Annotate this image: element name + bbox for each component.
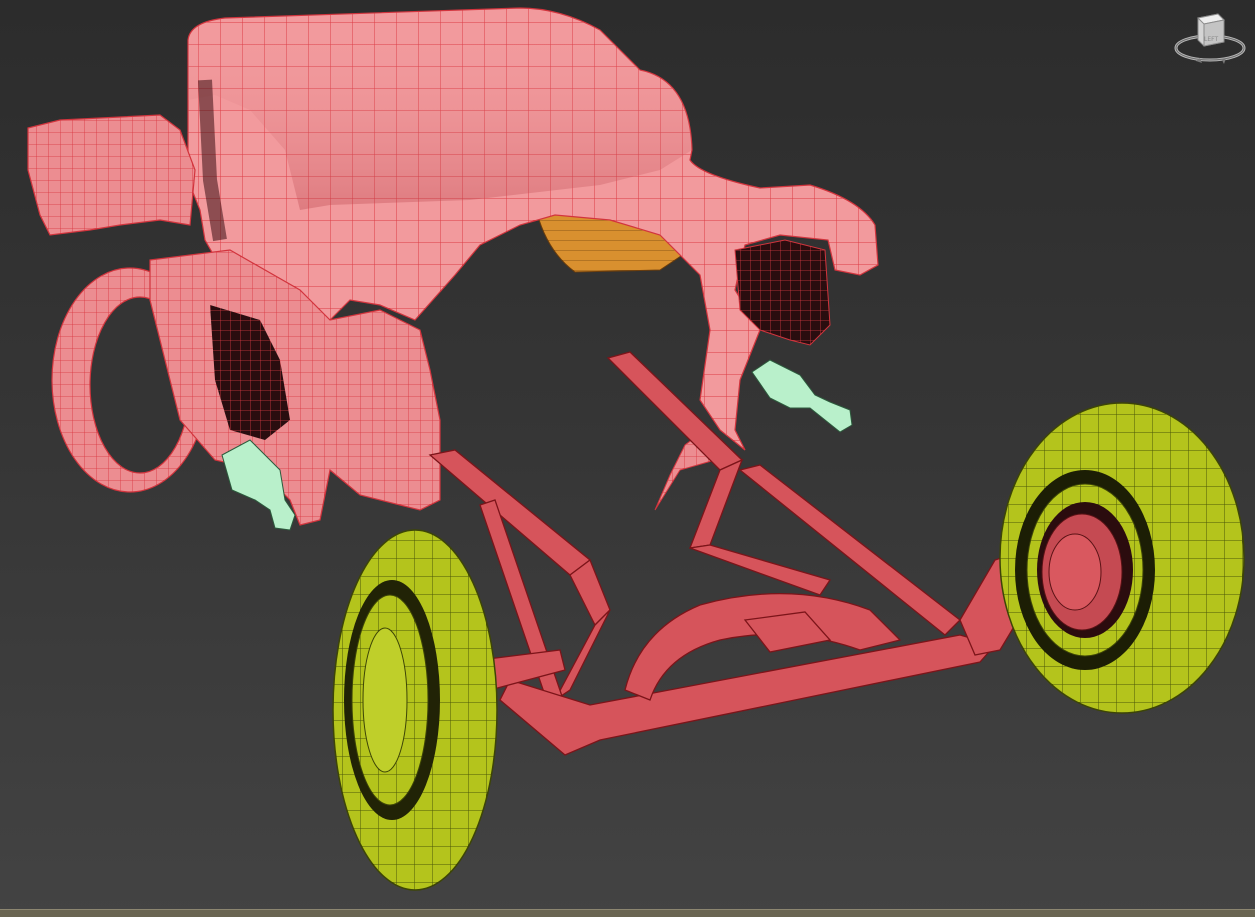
viewport-bottom-border [0,909,1255,917]
chassis-frame[interactable] [428,351,1086,756]
3d-viewport[interactable] [0,0,1255,910]
left-front-tire[interactable] [332,529,498,891]
left-fender[interactable] [27,114,196,236]
right-headlight-bulb[interactable] [751,359,853,433]
viewcube-widget[interactable]: LEFT [1172,8,1248,70]
scene-canvas[interactable] [0,0,1255,910]
right-front-tire[interactable] [999,402,1245,714]
viewcube-face-label: LEFT [1204,36,1219,43]
